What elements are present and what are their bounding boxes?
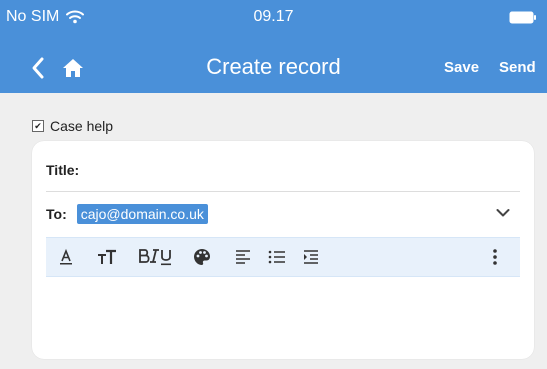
bullet-list-icon[interactable] [268,247,286,267]
home-icon[interactable] [62,57,84,79]
back-icon[interactable] [28,54,50,82]
recipient-chip[interactable]: cajo@domain.co.uk [76,204,208,224]
text-size-icon[interactable] [96,247,118,267]
send-button[interactable]: Send [499,58,536,78]
status-bar: No SIM 09.17 [0,0,547,30]
navigation-bar: Create record Save Send [0,43,547,93]
case-help-toggle[interactable]: ✔ Case help [32,118,113,134]
align-left-icon[interactable] [234,247,252,267]
chevron-down-icon[interactable] [496,208,510,218]
save-button[interactable]: Save [444,58,479,78]
formatting-toolbar [46,237,520,277]
palette-icon[interactable] [192,247,212,267]
case-help-checkbox[interactable]: ✔ [32,120,44,132]
bold-italic-underline-icon[interactable] [138,247,174,267]
case-help-label: Case help [50,118,114,134]
title-label: Title: [46,162,80,178]
to-label: To: [46,206,67,222]
indent-icon[interactable] [302,247,320,267]
battery-icon [509,11,536,24]
record-form-card: Title: To: cajo@domain.co.uk [32,141,534,359]
message-editor[interactable] [46,277,520,349]
title-field[interactable]: Title: [46,161,520,192]
font-color-icon[interactable] [58,247,74,267]
more-options-icon[interactable] [490,247,500,267]
app-header: No SIM 09.17 Create record Save Send [0,0,547,93]
to-field[interactable]: To: cajo@domain.co.uk [46,202,520,226]
status-time: 09.17 [253,8,294,25]
